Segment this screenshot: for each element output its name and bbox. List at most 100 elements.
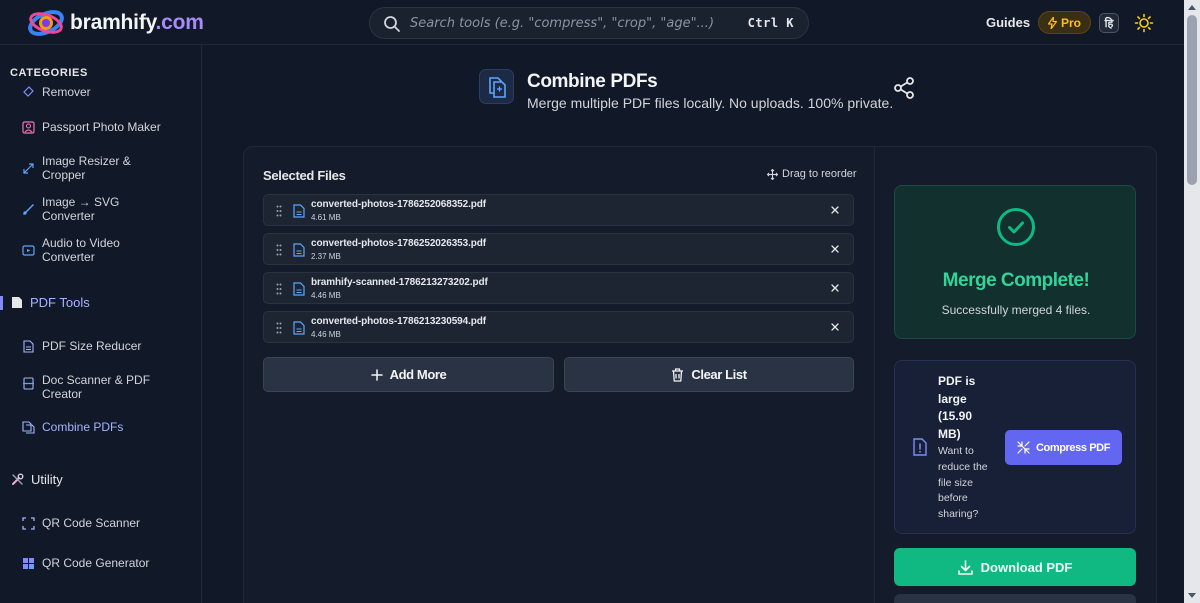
drag-hint: Drag to reorder [767,168,857,180]
sidebar-item-pdf-size-reducer[interactable]: PDF Size Reducer [22,339,141,353]
sidebar-item-label: Image Resizer & Cropper [42,154,131,182]
scroll-down-arrow-icon[interactable] [1188,593,1196,598]
sidebar-item-qr-scanner[interactable]: QR Code Scanner [22,516,140,530]
clear-list-button[interactable]: Clear List [564,357,854,392]
sidebar-item-label: Audio to Video Converter [42,236,120,264]
file-icon [293,321,305,335]
selected-files-title: Selected Files [263,168,346,183]
merge-complete-subtitle: Successfully merged 4 files. [941,303,1091,317]
pro-label: Pro [1060,15,1081,30]
sidebar-item-combine-pdfs[interactable]: Combine PDFs [22,420,123,434]
share-icon[interactable] [893,77,915,99]
vector-icon [23,204,34,215]
scanner-icon [23,377,34,390]
download-icon [957,559,973,575]
sidebar-item-doc-scanner[interactable]: Doc Scanner & PDF Creator [22,373,152,401]
file-icon [293,204,305,218]
file-shrink-icon [23,340,34,353]
sidebar-item-qr-generator[interactable]: QR Code Generator [22,556,149,570]
sidebar-item-label: Passport Photo Maker [42,120,161,134]
drag-hint-label: Drag to reorder [782,168,857,180]
sidebar-item-remover[interactable]: Remover [22,85,91,99]
trash-icon [672,367,684,382]
drag-handle-icon[interactable] [276,322,282,334]
logo-mark-icon [26,6,68,40]
search-input[interactable] [410,13,740,33]
categories-label: CATEGORIES [10,67,88,79]
file-alert-icon [913,438,927,456]
sidebar-item-label: PDF Size Reducer [42,339,142,353]
portrait-icon [22,121,35,134]
sidebar-item-label: QR Code Generator [42,556,150,570]
section-label: Utility [31,472,63,487]
file-row[interactable]: converted-photos-1786252068352.pdf 4.61 … [263,194,854,226]
brand-logo[interactable]: bramhify.com [26,6,204,40]
move-icon [767,168,778,180]
qr-scan-icon [22,517,35,530]
file-size: 4.46 MB [311,330,341,339]
compress-icon [1017,441,1030,454]
sidebar-item-image-svg[interactable]: Image → SVG Converter [22,195,132,223]
section-pdf-tools[interactable]: PDF Tools [11,295,90,310]
guides-link[interactable]: Guides [986,15,1030,30]
merge-complete-card: Merge Complete! Successfully merged 4 fi… [894,185,1136,339]
sidebar-item-label: Remover [42,85,91,99]
section-utility[interactable]: Utility [11,472,63,487]
scroll-thumb[interactable] [1187,15,1197,185]
page-subtitle: Merge multiple PDF files locally. No upl… [527,95,894,111]
file-icon [293,243,305,257]
sidebar-item-audio-video[interactable]: Audio to Video Converter [22,236,132,264]
sidebar-item-passport-photo[interactable]: Passport Photo Maker [22,120,161,134]
file-row[interactable]: converted-photos-1786252026353.pdf 2.37 … [263,233,854,265]
lightning-icon [1047,16,1057,29]
page-scrollbar[interactable] [1184,0,1200,603]
compress-pdf-label: Compress PDF [1035,441,1111,454]
sidebar-item-label: Combine PDFs [42,420,124,434]
remove-file-icon[interactable] [830,283,840,293]
file-size: 4.61 MB [311,213,341,222]
pro-button[interactable]: Pro [1038,11,1091,34]
logo-text: bramhify.com [70,11,204,34]
sidebar-item-label: QR Code Scanner [42,516,141,530]
file-name: converted-photos-1786213230594.pdf [311,316,487,327]
file-row[interactable]: converted-photos-1786213230594.pdf 4.46 … [263,311,854,343]
clear-list-label: Clear List [691,367,747,382]
resize-icon [23,163,34,174]
remove-file-icon[interactable] [830,205,840,215]
section-label: PDF Tools [30,295,90,310]
sun-icon[interactable] [1134,13,1154,33]
file-icon [293,282,305,296]
compress-pdf-button[interactable]: Compress PDF [1005,430,1122,465]
remove-file-icon[interactable] [830,244,840,254]
page-title: Combine PDFs [527,71,658,92]
file-size: 4.46 MB [311,291,341,300]
top-header: bramhify.com Ctrl K Guides Pro हि [0,0,1184,45]
eraser-icon [23,86,34,97]
drag-handle-icon[interactable] [276,283,282,295]
panel-divider [874,146,875,603]
download-pdf-button[interactable]: Download PDF [894,548,1136,586]
file-size: 2.37 MB [311,252,341,261]
video-icon [22,245,35,256]
secondary-action-button[interactable] [894,594,1136,603]
file-name: converted-photos-1786252026353.pdf [311,238,487,249]
plus-icon [370,368,383,381]
sidebar: CATEGORIES Remover Passport Photo Maker … [0,45,202,603]
qr-grid-icon [23,558,34,569]
drag-handle-icon[interactable] [276,244,282,256]
scroll-up-arrow-icon[interactable] [1188,5,1196,10]
file-name: converted-photos-1786252068352.pdf [311,199,487,210]
drag-handle-icon[interactable] [276,205,282,217]
language-label: हि [1104,17,1114,30]
add-more-button[interactable]: Add More [263,357,554,392]
language-toggle[interactable]: हि [1099,13,1119,33]
pdf-section-icon [12,297,22,308]
search-bar[interactable]: Ctrl K [369,7,809,39]
remove-file-icon[interactable] [830,322,840,332]
sidebar-item-image-resizer[interactable]: Image Resizer & Cropper [22,154,142,182]
file-row[interactable]: bramhify-scanned-1786213273202.pdf 4.46 … [263,272,854,304]
add-more-label: Add More [389,367,447,382]
search-icon [384,16,400,32]
active-section-indicator [0,296,3,310]
merge-complete-title: Merge Complete! [942,270,1090,291]
